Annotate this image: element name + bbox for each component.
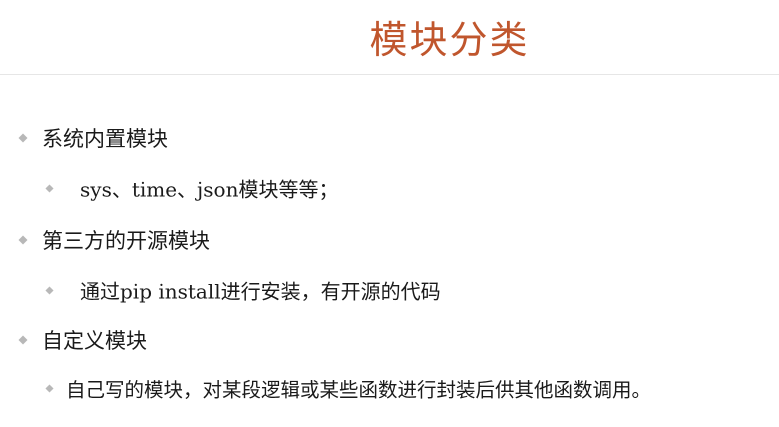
slide: 模块分类 系统内置模块 sys、time、json模块等等； 第三方的开源模块 [0,0,779,427]
title-divider [0,74,779,75]
bullet-text: 自己写的模块，对某段逻辑或某些函数进行封装后供其他函数调用。 [66,378,652,402]
diamond-bullet-icon [44,183,54,193]
bullet-item-builtin-modules: 系统内置模块 [0,118,779,158]
slide-title: 模块分类 [369,18,530,62]
bullet-text: 第三方的开源模块 [42,229,210,253]
bullet-item-builtin-examples: sys、time、json模块等等； [0,168,779,208]
bullet-item-third-party-modules: 第三方的开源模块 [0,220,779,260]
bullet-text: sys、time、json模块等等； [80,177,339,202]
diamond-bullet-icon [18,133,28,143]
bullet-text: 自定义模块 [42,329,147,353]
bullet-text: 通过pip install进行安装，有开源的代码 [80,279,441,304]
diamond-bullet-icon [18,335,28,345]
bullet-item-custom-modules: 自定义模块 [0,320,779,360]
bullet-text: 系统内置模块 [42,127,168,151]
diamond-bullet-icon [44,383,54,393]
diamond-bullet-icon [44,285,54,295]
bullet-item-custom-description: 自己写的模块，对某段逻辑或某些函数进行封装后供其他函数调用。 [0,368,779,408]
bullet-item-pip-install: 通过pip install进行安装，有开源的代码 [0,270,779,310]
diamond-bullet-icon [18,235,28,245]
